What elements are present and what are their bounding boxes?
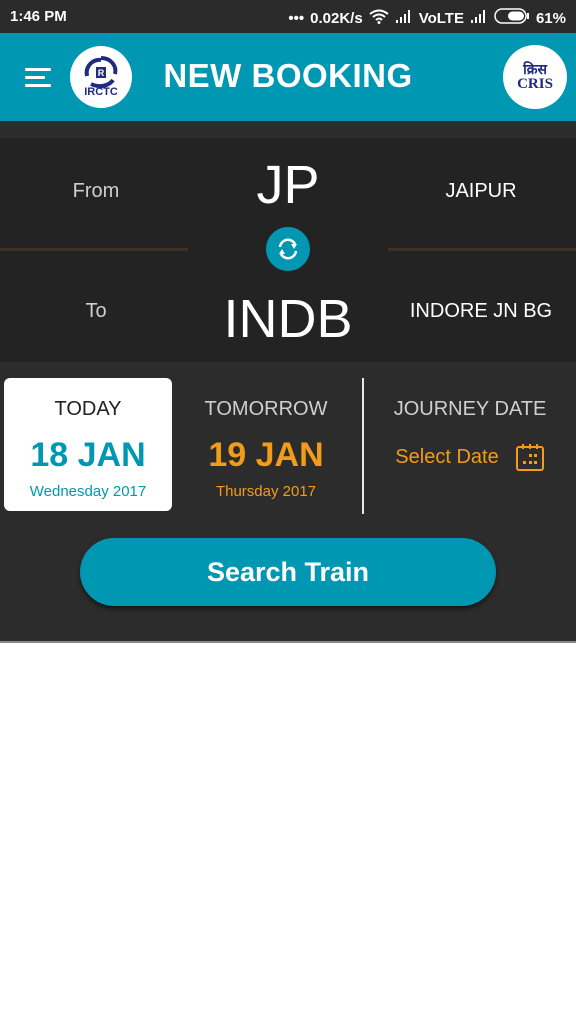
signal-icon — [395, 9, 413, 27]
today-card[interactable]: TODAY 18 JAN Wednesday 2017 — [4, 378, 172, 511]
journey-date-label: JOURNEY DATE — [393, 398, 547, 420]
signal-icon-2 — [470, 9, 488, 27]
network-type: VoLTE — [418, 9, 464, 27]
tomorrow-date: 19 JAN — [208, 436, 324, 474]
date-panel: TODAY 18 JAN Wednesday 2017 TOMORROW 19 … — [0, 362, 576, 642]
today-date: 18 JAN — [30, 436, 146, 474]
network-speed: 0.02K/s — [310, 9, 363, 27]
from-station-code[interactable]: JP — [188, 154, 388, 216]
search-train-button[interactable]: Search Train — [80, 538, 496, 606]
from-station-name[interactable]: JAIPUR — [386, 180, 576, 203]
header-gap — [0, 121, 576, 138]
tomorrow-label: TOMORROW — [204, 398, 328, 420]
notification-dots: ••• — [288, 9, 305, 27]
tomorrow-card[interactable]: TOMORROW 19 JAN Thursday 2017 — [182, 378, 350, 511]
status-time: 1:46 PM — [10, 8, 67, 25]
calendar-icon[interactable] — [515, 442, 545, 472]
cris-logo-hindi: क्रिस — [523, 60, 547, 77]
select-date-text[interactable]: Select Date — [395, 446, 498, 469]
cris-logo-text: CRIS — [517, 75, 553, 92]
left-divider — [0, 248, 188, 251]
cris-logo: क्रिस CRIS — [503, 45, 567, 109]
wifi-icon — [369, 9, 389, 28]
journey-date-picker[interactable]: JOURNEY DATE Select Date — [364, 378, 576, 511]
to-label: To — [85, 300, 107, 322]
battery-icon — [494, 8, 530, 28]
to-station-code[interactable]: INDB — [188, 288, 388, 350]
battery-percent: 61% — [535, 9, 566, 27]
station-panel: From JP JAIPUR To INDB INDORE JN BG — [0, 138, 576, 362]
status-bar: 1:46 PM ••• 0.02K/s VoLTE 61% — [0, 0, 576, 33]
to-station-name[interactable]: INDORE JN BG — [386, 300, 576, 323]
today-weekday: Wednesday 2017 — [29, 483, 147, 500]
swap-stations-button[interactable] — [266, 227, 310, 271]
app-bar: R IRCTC NEW BOOKING क्रिस CRIS — [0, 33, 576, 121]
today-label: TODAY — [54, 398, 122, 420]
right-divider — [388, 248, 576, 251]
swap-icon — [278, 238, 298, 260]
from-label: From — [72, 180, 120, 202]
tomorrow-weekday: Thursday 2017 — [215, 483, 317, 500]
panel-bottom-border — [0, 641, 576, 643]
status-icons: ••• 0.02K/s VoLTE 61% — [288, 8, 566, 28]
page-title: NEW BOOKING — [163, 57, 413, 94]
